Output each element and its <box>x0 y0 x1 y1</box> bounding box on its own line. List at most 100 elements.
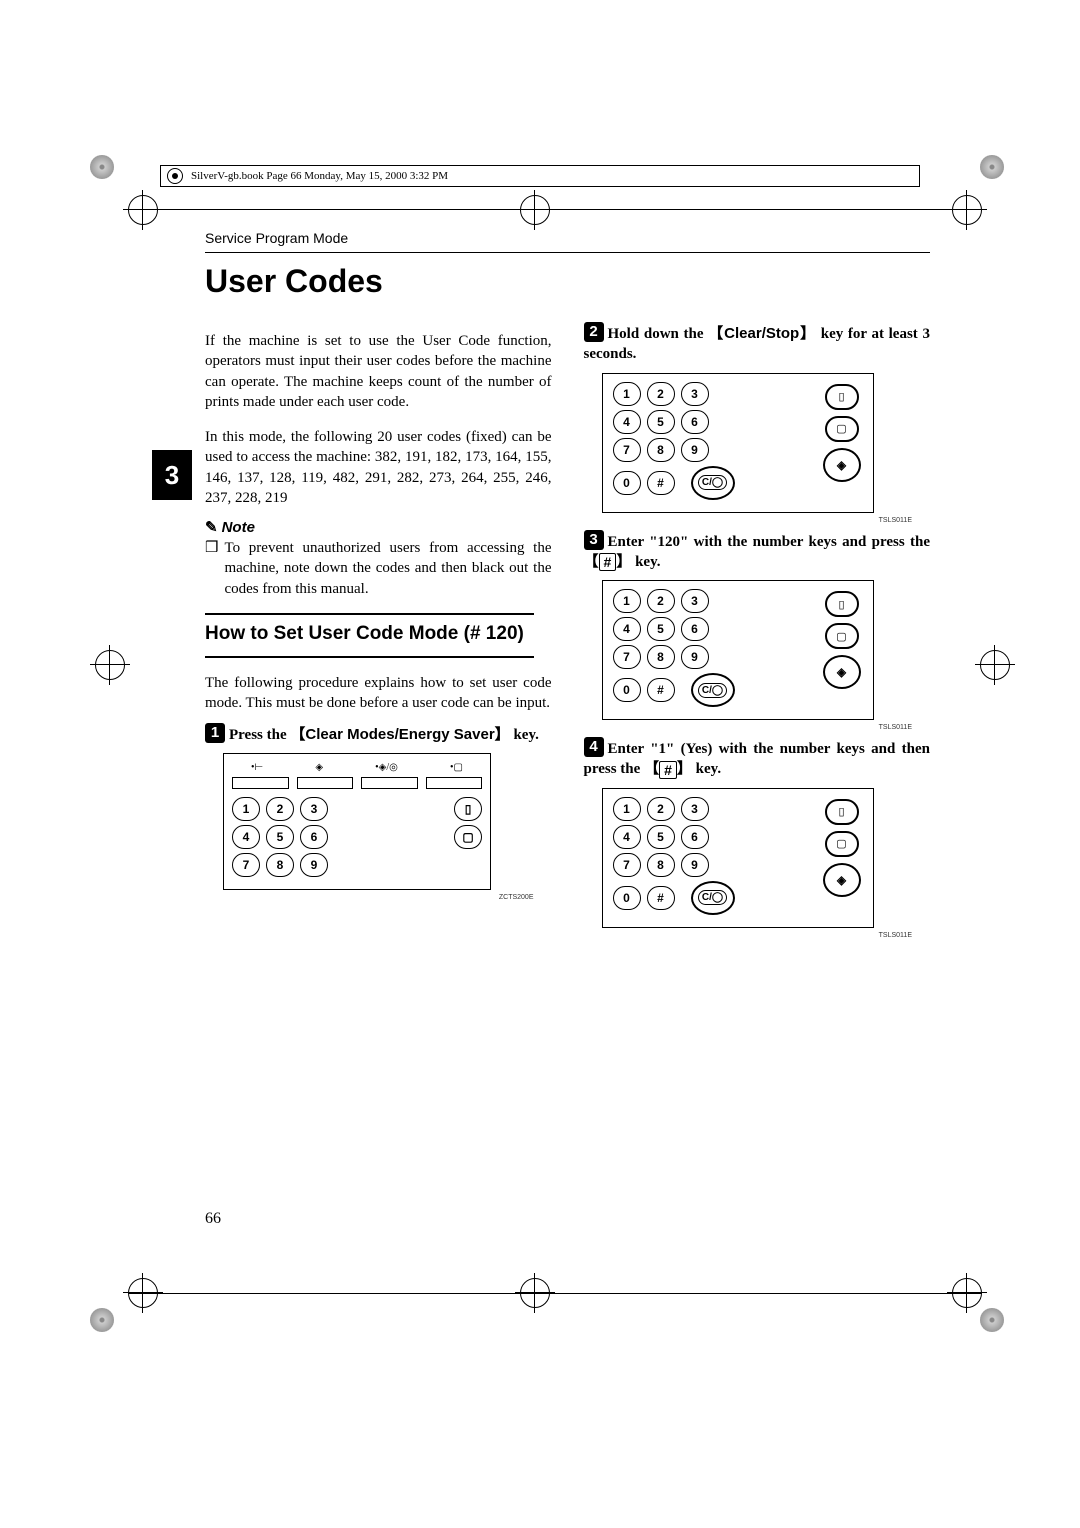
side-button-icon: ▯ <box>825 591 859 617</box>
step-text: Enter "1" (Yes) with the number keys and… <box>584 741 931 777</box>
crop-line <box>128 1293 982 1294</box>
intro-paragraph-1: If the machine is set to use the User Co… <box>205 331 552 412</box>
clear-stop-key: C/◯ <box>691 881 735 915</box>
keypad-2: 2 <box>647 382 675 406</box>
keypad-3: 3 <box>681 382 709 406</box>
keypad-7: 7 <box>232 853 260 877</box>
keypad-2: 2 <box>266 797 294 821</box>
hash-key-icon: # <box>599 553 617 571</box>
keypad-0: 0 <box>613 471 641 495</box>
keypad-4: 4 <box>613 825 641 849</box>
keypad-6: 6 <box>681 825 709 849</box>
keypad-9: 9 <box>681 645 709 669</box>
keypad-3: 3 <box>681 589 709 613</box>
keypad-0: 0 <box>613 678 641 702</box>
step-text: Press the <box>229 727 290 743</box>
registration-mark-icon <box>952 195 982 225</box>
clear-stop-key: C/◯ <box>691 673 735 707</box>
crop-line <box>128 209 982 210</box>
keypad-hash: # <box>647 886 675 910</box>
crop-mark-icon <box>980 1308 1020 1348</box>
step-text: key. <box>510 727 539 743</box>
keypad-7: 7 <box>613 853 641 877</box>
keypad-hash: # <box>647 678 675 702</box>
panel-button <box>297 777 354 789</box>
keypad-4: 4 <box>613 617 641 641</box>
page-content: Service Program Mode User Codes If the m… <box>205 230 930 1248</box>
thick-rule <box>205 613 534 615</box>
start-button-icon: ◈ <box>823 655 861 689</box>
step-number-icon: 2 <box>584 322 604 342</box>
keypad-1: 1 <box>232 797 260 821</box>
keypad-0: 0 <box>613 886 641 910</box>
indicator-icon: •▢ <box>450 762 463 773</box>
figure-label: ZCTS200E <box>205 894 534 901</box>
keypad-5: 5 <box>647 410 675 434</box>
indicator-icon: •⊢ <box>251 762 263 773</box>
step-1: 1Press the 【Clear Modes/Energy Saver】 ke… <box>205 723 552 745</box>
hash-key-icon: # <box>659 761 677 779</box>
keypad-figure: 1 2 3 4 5 6 7 8 9 0 # C/◯ <box>602 580 874 720</box>
figure-label: TSLS011E <box>584 517 913 524</box>
keypad-1: 1 <box>613 589 641 613</box>
page-number: 66 <box>205 1210 221 1228</box>
left-column: If the machine is set to use the User Co… <box>205 316 552 945</box>
keypad-8: 8 <box>647 438 675 462</box>
keypad-4: 4 <box>232 825 260 849</box>
keypad-3: 3 <box>300 797 328 821</box>
keypad-8: 8 <box>647 853 675 877</box>
figure-label: TSLS011E <box>584 932 913 939</box>
chapter-number: 3 <box>165 460 179 491</box>
keypad-5: 5 <box>647 825 675 849</box>
step-2: 2Hold down the 【Clear/Stop】 key for at l… <box>584 322 931 365</box>
start-button-icon: ◈ <box>823 448 861 482</box>
page-title: User Codes <box>205 263 930 300</box>
keypad-1: 1 <box>613 797 641 821</box>
crop-mark-icon <box>90 155 130 195</box>
keypad-figure: 1 2 3 4 5 6 7 8 9 0 # C/◯ <box>602 373 874 513</box>
key-name: Clear/Stop <box>724 325 799 342</box>
keypad-9: 9 <box>681 853 709 877</box>
key-name: Clear Modes/Energy Saver <box>305 726 494 743</box>
registration-mark-icon <box>128 195 158 225</box>
keypad-3: 3 <box>681 797 709 821</box>
panel-button <box>232 777 289 789</box>
step-text: Enter "120" with the number keys and pre… <box>608 534 931 550</box>
keypad-9: 9 <box>681 438 709 462</box>
keypad-6: 6 <box>681 410 709 434</box>
clear-stop-key: C/◯ <box>691 466 735 500</box>
chapter-tab: 3 <box>152 450 192 500</box>
indicator-icon: ◈ <box>315 762 323 773</box>
header-text: SilverV-gb.book Page 66 Monday, May 15, … <box>191 170 448 182</box>
bullet-icon <box>167 168 183 184</box>
keypad-7: 7 <box>613 645 641 669</box>
note-label: Note <box>222 519 255 536</box>
crop-mark-icon <box>90 1308 130 1348</box>
indicator-icon: •◈/◎ <box>375 762 398 773</box>
registration-mark-icon <box>980 650 1010 680</box>
keypad-2: 2 <box>647 797 675 821</box>
document-header: SilverV-gb.book Page 66 Monday, May 15, … <box>160 165 920 187</box>
bullet-icon: ❒ <box>205 538 218 599</box>
step-3: 3Enter "120" with the number keys and pr… <box>584 530 931 573</box>
step-4: 4Enter "1" (Yes) with the number keys an… <box>584 737 931 780</box>
keypad-2: 2 <box>647 589 675 613</box>
subsection-heading: How to Set User Code Mode (# 120) <box>205 623 552 646</box>
note-heading: ✎Note <box>205 518 552 536</box>
control-panel-figure: •⊢ ◈ •◈/◎ •▢ 1 2 3 ▯ <box>223 753 491 890</box>
start-button-icon: ◈ <box>823 863 861 897</box>
keypad-5: 5 <box>266 825 294 849</box>
keypad-7: 7 <box>613 438 641 462</box>
subsection-intro: The following procedure explains how to … <box>205 673 552 714</box>
keypad-5: 5 <box>647 617 675 641</box>
keypad-hash: # <box>647 471 675 495</box>
side-button-icon: ▢ <box>825 831 859 857</box>
step-number-icon: 4 <box>584 737 604 757</box>
keypad-9: 9 <box>300 853 328 877</box>
separator <box>205 252 930 253</box>
keypad-1: 1 <box>613 382 641 406</box>
right-column: 2Hold down the 【Clear/Stop】 key for at l… <box>584 316 931 945</box>
step-text: key. <box>692 761 721 777</box>
registration-mark-icon <box>520 195 550 225</box>
side-button-icon: ▢ <box>825 623 859 649</box>
